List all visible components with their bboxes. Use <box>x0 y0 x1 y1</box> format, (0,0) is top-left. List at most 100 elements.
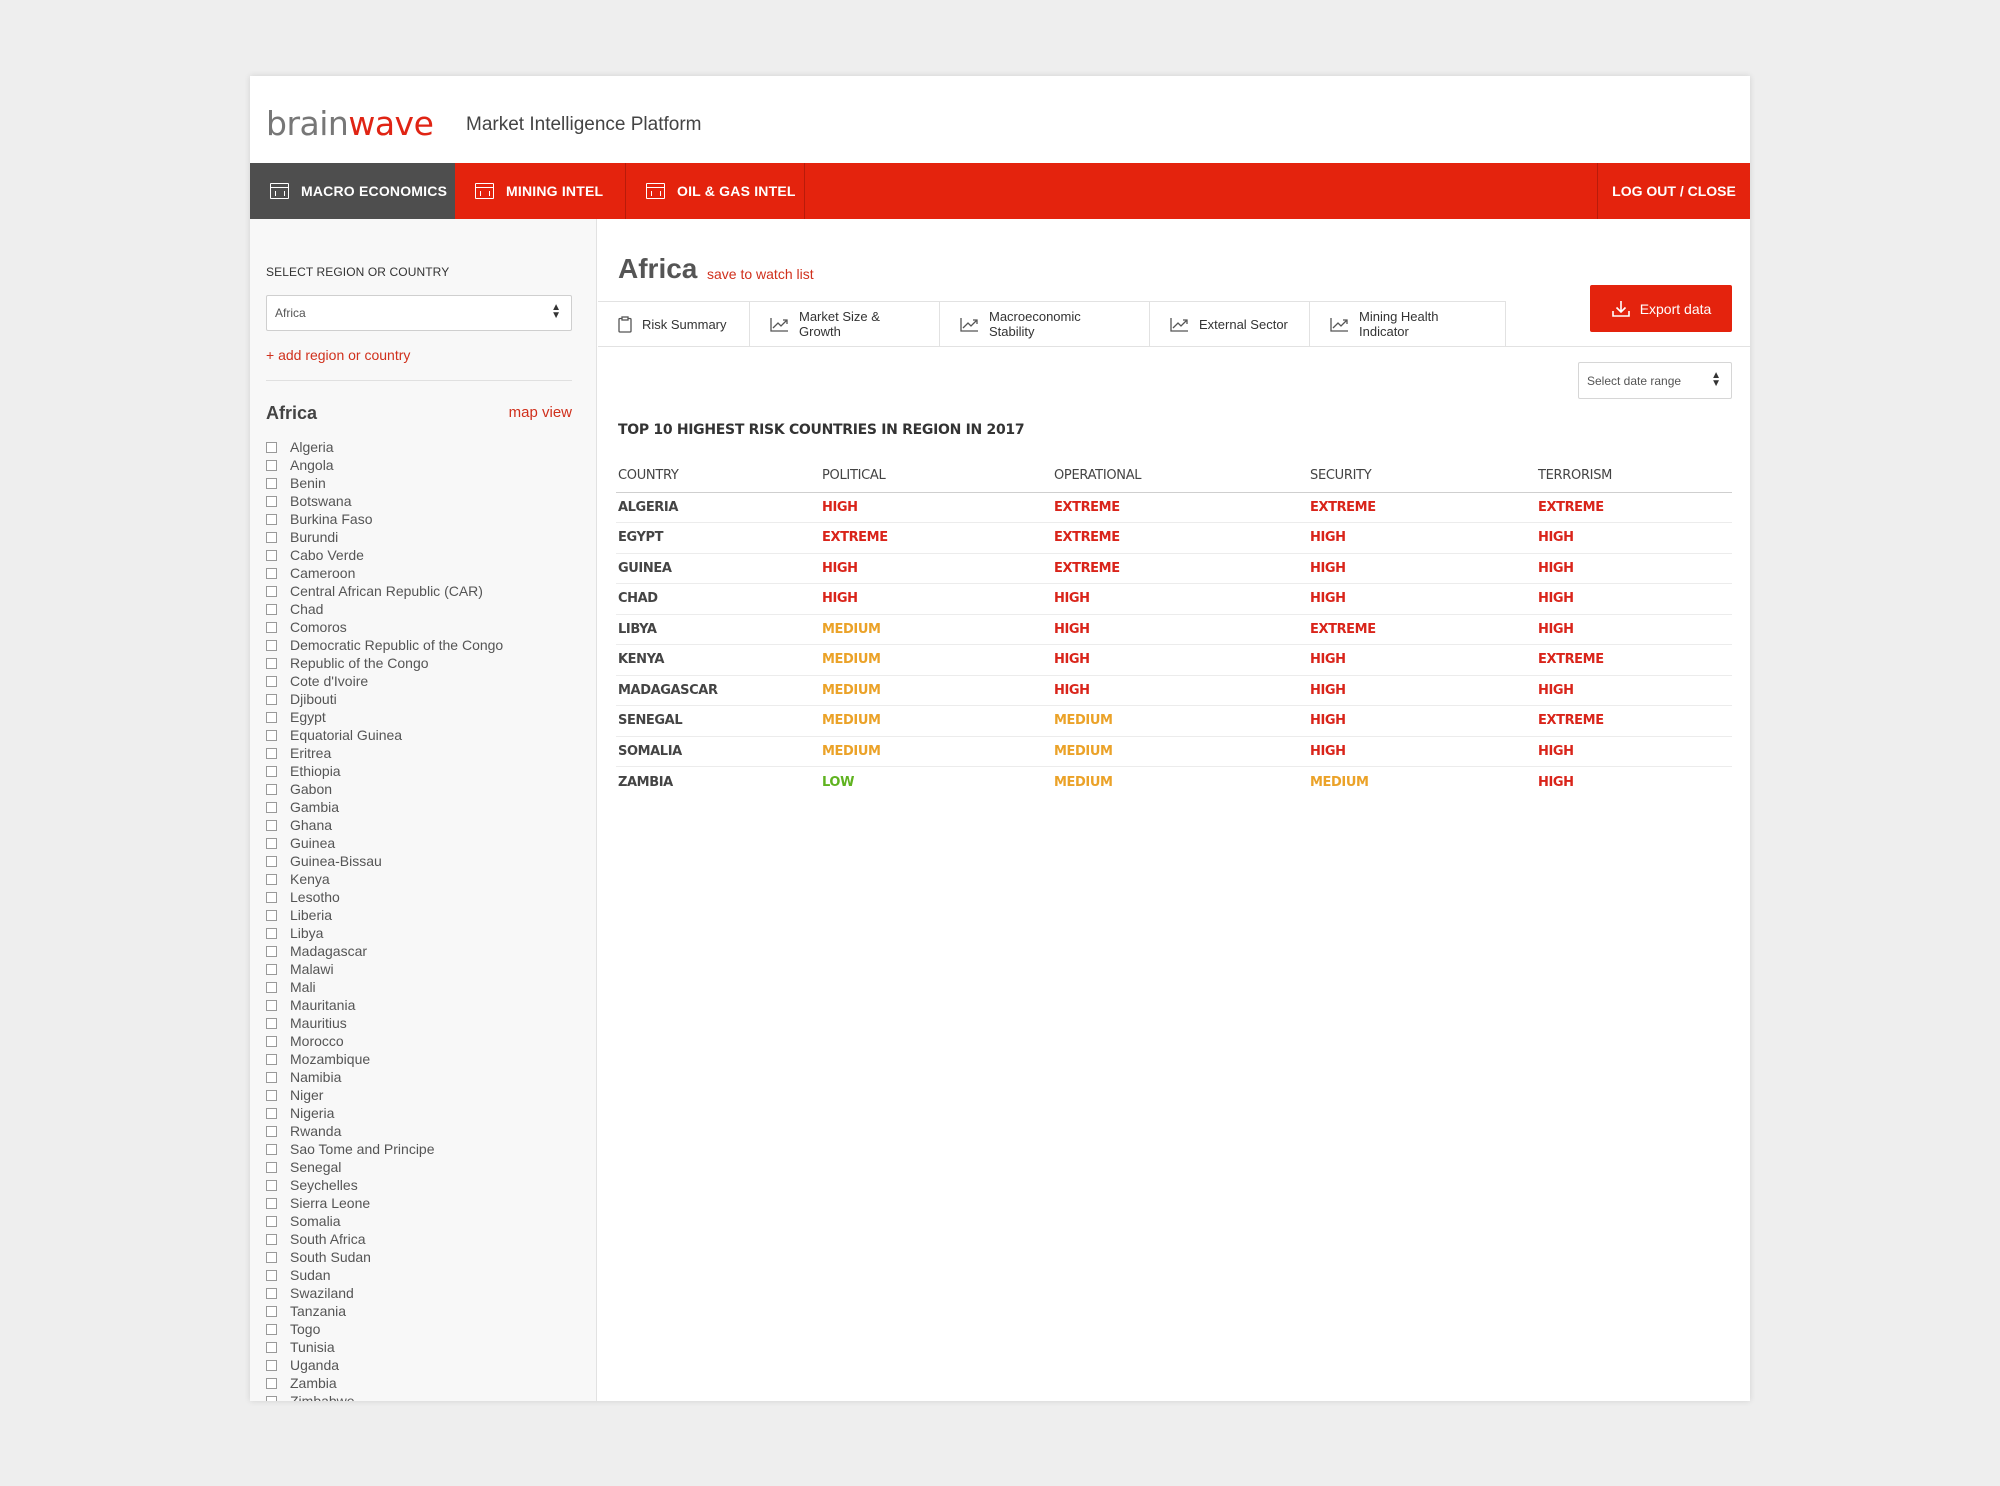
country-checkbox[interactable] <box>266 657 277 669</box>
country-checkbox[interactable] <box>266 675 277 687</box>
list-item[interactable]: Namibia <box>266 1068 503 1086</box>
country-checkbox[interactable] <box>266 945 277 957</box>
country-checkbox[interactable] <box>266 1197 277 1209</box>
list-item[interactable]: Gabon <box>266 780 503 798</box>
country-checkbox[interactable] <box>266 531 277 543</box>
country-checkbox[interactable] <box>266 1395 277 1401</box>
list-item[interactable]: Chad <box>266 600 503 618</box>
country-checkbox[interactable] <box>266 495 277 507</box>
list-item[interactable]: Mali <box>266 978 503 996</box>
country-checkbox[interactable] <box>266 1035 277 1047</box>
list-item[interactable]: Cameroon <box>266 564 503 582</box>
country-checkbox[interactable] <box>266 585 277 597</box>
country-checkbox[interactable] <box>266 1017 277 1029</box>
tab-risk-summary[interactable]: Risk Summary <box>598 301 750 347</box>
list-item[interactable]: South Africa <box>266 1230 503 1248</box>
list-item[interactable]: Ghana <box>266 816 503 834</box>
country-checkbox[interactable] <box>266 513 277 525</box>
list-item[interactable]: Kenya <box>266 870 503 888</box>
country-checkbox[interactable] <box>266 1287 277 1299</box>
add-region-link[interactable]: + add region or country <box>266 347 410 363</box>
country-checkbox[interactable] <box>266 783 277 795</box>
country-checkbox[interactable] <box>266 819 277 831</box>
list-item[interactable]: Comoros <box>266 618 503 636</box>
list-item[interactable]: Somalia <box>266 1212 503 1230</box>
tab-macroeconomic-stability[interactable]: Macroeconomic Stability <box>940 301 1150 347</box>
list-item[interactable]: Eritrea <box>266 744 503 762</box>
list-item[interactable]: Benin <box>266 474 503 492</box>
tab-market-size-growth[interactable]: Market Size & Growth <box>750 301 940 347</box>
list-item[interactable]: Mozambique <box>266 1050 503 1068</box>
list-item[interactable]: Egypt <box>266 708 503 726</box>
list-item[interactable]: South Sudan <box>266 1248 503 1266</box>
list-item[interactable]: Senegal <box>266 1158 503 1176</box>
list-item[interactable]: Algeria <box>266 438 503 456</box>
list-item[interactable]: Seychelles <box>266 1176 503 1194</box>
list-item[interactable]: Libya <box>266 924 503 942</box>
country-checkbox[interactable] <box>266 477 277 489</box>
country-checkbox[interactable] <box>266 693 277 705</box>
list-item[interactable]: Liberia <box>266 906 503 924</box>
nav-tab-oil-gas-intel[interactable]: OIL & GAS INTEL <box>626 163 805 219</box>
list-item[interactable]: Malawi <box>266 960 503 978</box>
list-item[interactable]: Cabo Verde <box>266 546 503 564</box>
region-select[interactable]: Africa ▲ ▼ <box>266 295 572 331</box>
list-item[interactable]: Cote d'Ivoire <box>266 672 503 690</box>
list-item[interactable]: Mauritania <box>266 996 503 1014</box>
country-checkbox[interactable] <box>266 1269 277 1281</box>
list-item[interactable]: Uganda <box>266 1356 503 1374</box>
country-checkbox[interactable] <box>266 1089 277 1101</box>
country-checkbox[interactable] <box>266 981 277 993</box>
list-item[interactable]: Zimbabwe <box>266 1392 503 1401</box>
country-checkbox[interactable] <box>266 801 277 813</box>
list-item[interactable]: Burundi <box>266 528 503 546</box>
list-item[interactable]: Democratic Republic of the Congo <box>266 636 503 654</box>
nav-tab-macro-economics[interactable]: MACRO ECONOMICS <box>250 163 455 219</box>
list-item[interactable]: Rwanda <box>266 1122 503 1140</box>
map-view-link[interactable]: map view <box>509 404 572 421</box>
list-item[interactable]: Republic of the Congo <box>266 654 503 672</box>
list-item[interactable]: Mauritius <box>266 1014 503 1032</box>
list-item[interactable]: Gambia <box>266 798 503 816</box>
country-checkbox[interactable] <box>266 999 277 1011</box>
list-item[interactable]: Nigeria <box>266 1104 503 1122</box>
country-checkbox[interactable] <box>266 1143 277 1155</box>
country-checkbox[interactable] <box>266 855 277 867</box>
list-item[interactable]: Ethiopia <box>266 762 503 780</box>
country-checkbox[interactable] <box>266 873 277 885</box>
country-checkbox[interactable] <box>266 1233 277 1245</box>
logout-button[interactable]: LOG OUT / CLOSE <box>1597 163 1750 219</box>
brainwave-logo[interactable]: brainwave <box>266 104 434 143</box>
list-item[interactable]: Angola <box>266 456 503 474</box>
country-checkbox[interactable] <box>266 1215 277 1227</box>
list-item[interactable]: Equatorial Guinea <box>266 726 503 744</box>
country-checkbox[interactable] <box>266 621 277 633</box>
country-checkbox[interactable] <box>266 441 277 453</box>
tab-mining-health-indicator[interactable]: Mining Health Indicator <box>1310 301 1506 347</box>
list-item[interactable]: Guinea-Bissau <box>266 852 503 870</box>
save-to-watch-list-link[interactable]: save to watch list <box>707 266 814 282</box>
country-checkbox[interactable] <box>266 927 277 939</box>
list-item[interactable]: Swaziland <box>266 1284 503 1302</box>
country-checkbox[interactable] <box>266 1071 277 1083</box>
country-checkbox[interactable] <box>266 765 277 777</box>
country-checkbox[interactable] <box>266 549 277 561</box>
country-checkbox[interactable] <box>266 639 277 651</box>
country-checkbox[interactable] <box>266 567 277 579</box>
list-item[interactable]: Togo <box>266 1320 503 1338</box>
country-checkbox[interactable] <box>266 729 277 741</box>
list-item[interactable]: Sudan <box>266 1266 503 1284</box>
tab-external-sector[interactable]: External Sector <box>1150 301 1310 347</box>
list-item[interactable]: Botswana <box>266 492 503 510</box>
country-checkbox[interactable] <box>266 963 277 975</box>
list-item[interactable]: Tunisia <box>266 1338 503 1356</box>
country-checkbox[interactable] <box>266 1341 277 1353</box>
country-checkbox[interactable] <box>266 1125 277 1137</box>
country-checkbox[interactable] <box>266 1161 277 1173</box>
list-item[interactable]: Sierra Leone <box>266 1194 503 1212</box>
list-item[interactable]: Burkina Faso <box>266 510 503 528</box>
country-checkbox[interactable] <box>266 1107 277 1119</box>
country-checkbox[interactable] <box>266 1323 277 1335</box>
country-checkbox[interactable] <box>266 1053 277 1065</box>
list-item[interactable]: Central African Republic (CAR) <box>266 582 503 600</box>
